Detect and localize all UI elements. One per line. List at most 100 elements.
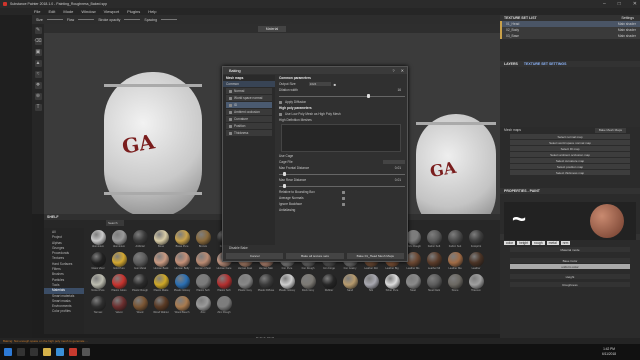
material-thumbnail[interactable]: Bone bbox=[151, 230, 171, 250]
material-thumbnail[interactable]: Human Back bbox=[151, 252, 171, 272]
material-thumbnail[interactable]: Sand bbox=[340, 274, 360, 294]
texture-set-shader[interactable]: Main shader bbox=[618, 22, 636, 26]
explorer-icon[interactable] bbox=[43, 348, 51, 356]
checkbox[interactable] bbox=[229, 124, 232, 128]
baker-item[interactable]: Curvature bbox=[226, 116, 272, 122]
output-size-select[interactable]: 1024 bbox=[308, 82, 331, 86]
material-thumbnail[interactable]: Rock Grey bbox=[298, 274, 318, 294]
map-slot-button[interactable]: Select ambient occlusion map bbox=[510, 152, 630, 157]
menu-viewport[interactable]: Viewport bbox=[104, 9, 120, 14]
material-thumbnail[interactable]: Aluminium bbox=[109, 230, 129, 250]
map-slot-button[interactable]: Select ID map bbox=[510, 146, 630, 151]
relative-checkbox[interactable] bbox=[342, 190, 345, 194]
clock[interactable]: 1:42 PM 6/11/2018 bbox=[602, 347, 616, 357]
max-front-value[interactable]: 0.01 bbox=[395, 166, 401, 170]
material-thumbnail[interactable]: Plastic Soft bbox=[193, 274, 213, 294]
material-thumbnail[interactable]: Human Chest bbox=[193, 252, 213, 272]
material-thumbnail[interactable]: Leather Mi bbox=[424, 252, 444, 272]
stroke-slider[interactable] bbox=[124, 19, 141, 20]
baker-item[interactable]: World space normal bbox=[226, 95, 272, 101]
help-icon[interactable]: ? bbox=[392, 68, 394, 73]
clone-icon[interactable]: ❖ bbox=[34, 82, 42, 89]
base-color-swatch[interactable]: uniform color bbox=[510, 264, 630, 269]
material-thumbnail[interactable]: Stone bbox=[445, 274, 465, 294]
baker-item[interactable]: Position bbox=[226, 123, 272, 129]
material-thumbnail[interactable]: Zinc Rough bbox=[214, 296, 234, 316]
menu-mode[interactable]: Mode bbox=[63, 9, 73, 14]
size-slider[interactable] bbox=[46, 19, 63, 20]
channel-metal-toggle[interactable]: metal bbox=[546, 241, 559, 245]
polygon-fill-icon[interactable]: ▲ bbox=[34, 60, 42, 67]
tab-layers[interactable]: LAYERS bbox=[504, 62, 518, 66]
material-thumbnail[interactable]: Fabric Suit bbox=[445, 230, 465, 250]
material-thumbnail[interactable]: Artificial bbox=[130, 230, 150, 250]
paint-brush-icon[interactable]: ✎ bbox=[34, 27, 42, 34]
material-thumbnail[interactable]: Steel bbox=[403, 274, 423, 294]
material-thumbnail[interactable]: Fabric Soft bbox=[424, 230, 444, 250]
menu-window[interactable]: Window bbox=[81, 9, 95, 14]
dilation-value[interactable]: 16 bbox=[397, 88, 401, 92]
text-icon[interactable]: T bbox=[34, 104, 42, 111]
material-thumbnail[interactable]: Glass Visor bbox=[88, 252, 108, 272]
spacing-slider[interactable] bbox=[161, 19, 178, 20]
material-thumbnail[interactable]: Plastic Diffuse bbox=[256, 274, 276, 294]
map-slot-button[interactable]: Select curvature map bbox=[510, 158, 630, 163]
material-thumbnail[interactable]: Gun Metal bbox=[130, 252, 150, 272]
material-thumbnail[interactable]: Wood bbox=[130, 296, 150, 316]
material-thumbnail[interactable]: Plastic Gloss bbox=[109, 274, 129, 294]
projection-icon[interactable]: ▣ bbox=[34, 49, 42, 56]
ignore-backface-checkbox[interactable] bbox=[342, 202, 345, 206]
material-thumbnail[interactable]: Plastic Grey bbox=[235, 274, 255, 294]
bake-selected-button[interactable]: Bake 01_Head Mesh Maps bbox=[346, 253, 404, 259]
app-icon[interactable] bbox=[82, 348, 90, 356]
menu-plugins[interactable]: Plugins bbox=[127, 9, 140, 14]
cancel-button[interactable]: Cancel bbox=[226, 253, 284, 259]
checkbox[interactable] bbox=[229, 131, 232, 135]
painter-app-icon[interactable] bbox=[69, 348, 77, 356]
channel-color-toggle[interactable]: color bbox=[504, 241, 516, 245]
baker-item[interactable]: Normal bbox=[226, 88, 272, 94]
close-icon[interactable]: ✕ bbox=[401, 68, 404, 73]
apply-diffusion-checkbox[interactable] bbox=[279, 100, 282, 104]
material-thumbnail[interactable]: Titanium bbox=[466, 274, 486, 294]
shelf-search-input[interactable]: Search bbox=[106, 220, 124, 226]
channel-height-toggle[interactable]: height bbox=[517, 241, 531, 245]
map-slot-button[interactable]: Select position map bbox=[510, 164, 630, 169]
material-thumbnail[interactable]: Brass Pure bbox=[172, 230, 192, 250]
checkbox[interactable] bbox=[229, 103, 232, 107]
flow-slider[interactable] bbox=[78, 19, 95, 20]
material-thumbnail[interactable]: Silver Pure bbox=[382, 274, 402, 294]
lock-icon[interactable]: ■ bbox=[334, 82, 336, 87]
material-thumbnail[interactable]: Leather bbox=[466, 252, 486, 272]
dialog-title-bar[interactable]: Baking ? ✕ bbox=[223, 67, 407, 74]
material-thumbnail[interactable]: Zinc bbox=[193, 296, 213, 316]
material-thumbnail[interactable]: Nickel Pure bbox=[88, 274, 108, 294]
material-thumbnail[interactable]: Plastic Glossy bbox=[172, 274, 192, 294]
map-slot-button[interactable]: Select normal map bbox=[510, 134, 630, 139]
max-rear-value[interactable]: 0.01 bbox=[395, 178, 401, 182]
material-thumbnail[interactable]: Wood Walnut bbox=[151, 296, 171, 316]
close-icon[interactable]: ✕ bbox=[633, 1, 637, 7]
bake-all-button[interactable]: Bake all texture sets bbox=[286, 253, 344, 259]
dilation-slider[interactable] bbox=[279, 94, 405, 98]
material-thumbnail[interactable]: Wood Beech bbox=[172, 296, 192, 316]
hp-meshes-list[interactable] bbox=[281, 124, 401, 152]
max-front-slider[interactable] bbox=[279, 172, 405, 176]
checkbox[interactable] bbox=[229, 117, 232, 121]
browser-icon[interactable] bbox=[56, 348, 64, 356]
max-rear-slider[interactable] bbox=[279, 184, 405, 188]
search-icon[interactable] bbox=[17, 348, 25, 356]
common-item[interactable]: Common bbox=[223, 81, 275, 87]
texture-set-shader[interactable]: Main shader bbox=[618, 34, 636, 38]
material-thumbnail[interactable]: Plastic Matte bbox=[151, 274, 171, 294]
cage-file-field[interactable] bbox=[383, 160, 405, 164]
material-thumbnail[interactable]: Footprint bbox=[466, 230, 486, 250]
average-normals-checkbox[interactable] bbox=[342, 196, 345, 200]
smudge-icon[interactable]: ≈ bbox=[34, 71, 42, 78]
material-thumbnail[interactable]: Plastic Glossy bbox=[277, 274, 297, 294]
material-thumbnail[interactable]: Human Belly bbox=[172, 252, 192, 272]
start-icon[interactable] bbox=[4, 348, 12, 356]
map-slot-button[interactable]: Select world space normal map bbox=[510, 140, 630, 145]
viewport-mode-select[interactable]: Material bbox=[257, 25, 287, 32]
menu-edit[interactable]: Edit bbox=[48, 9, 55, 14]
